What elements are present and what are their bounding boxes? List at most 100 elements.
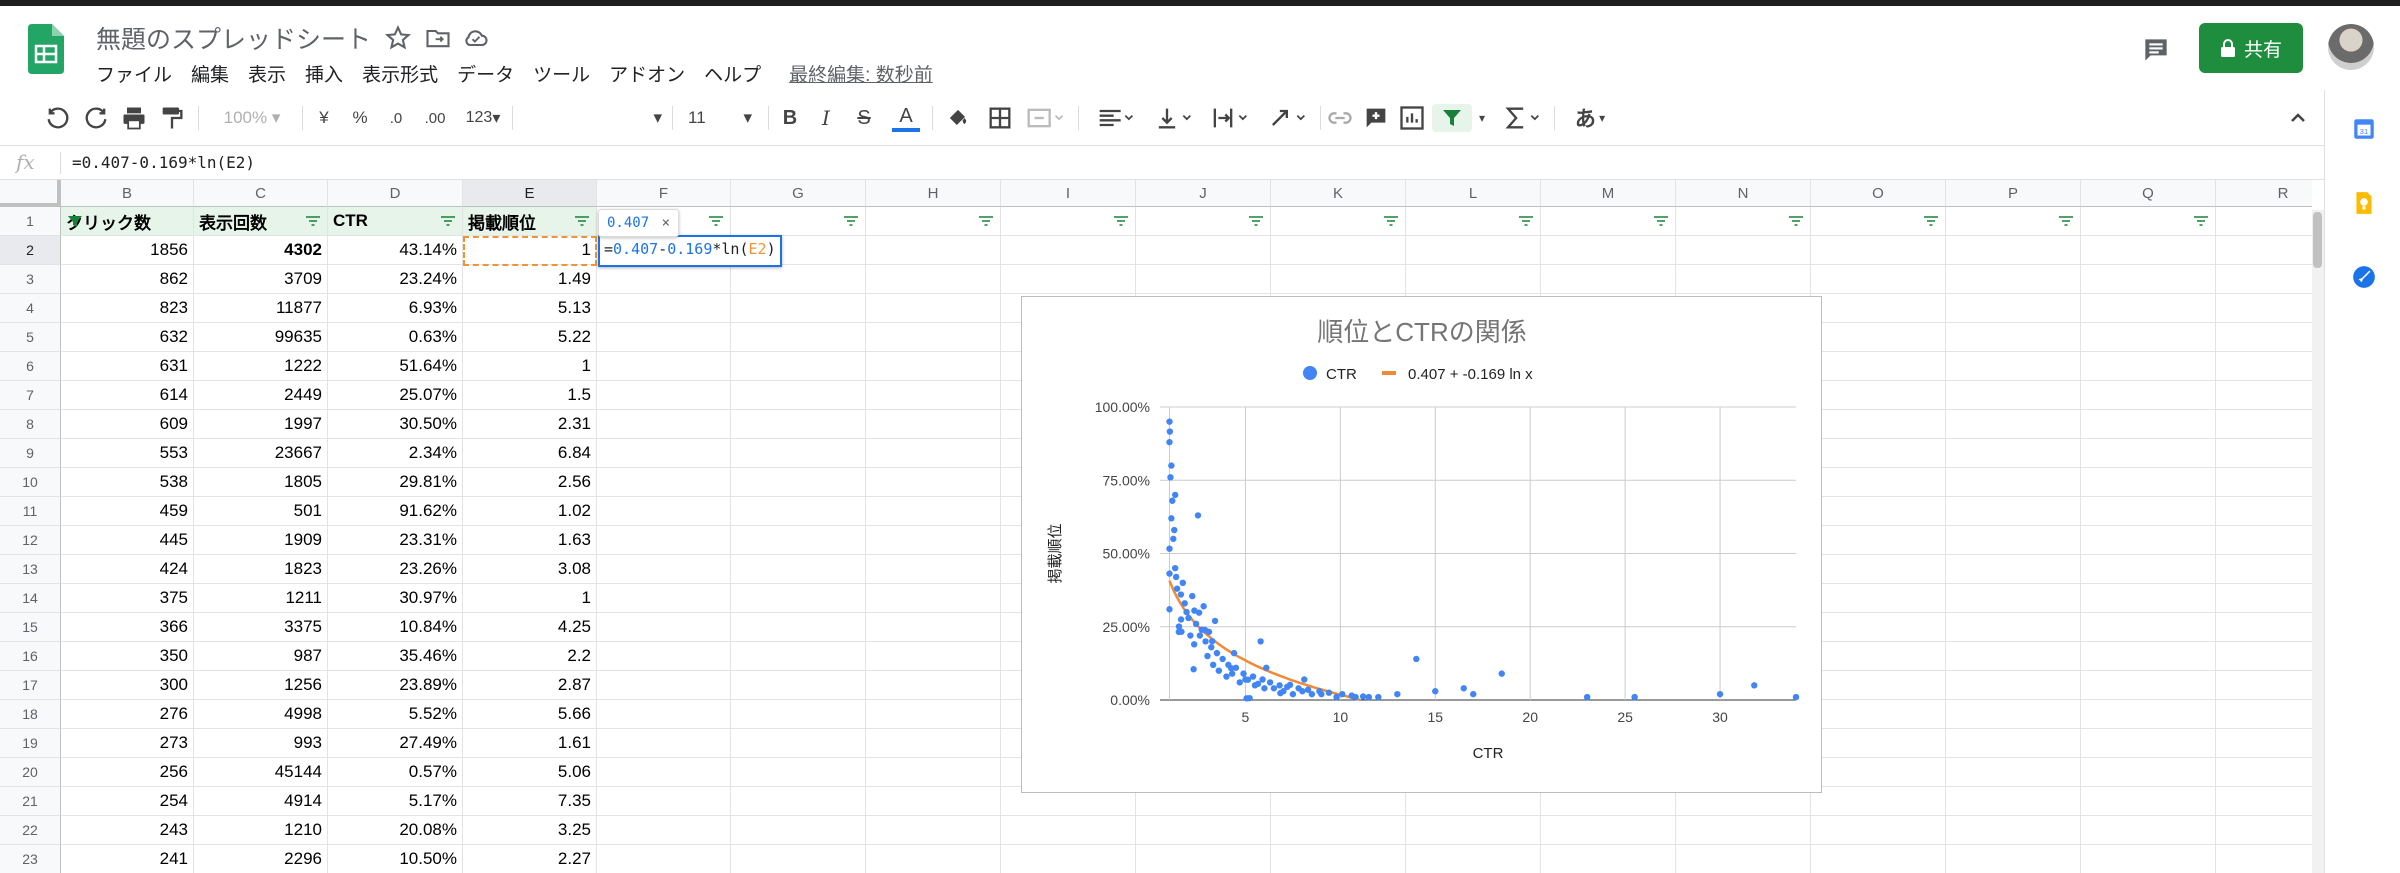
cell[interactable] (1541, 845, 1676, 873)
insert-comment-icon[interactable] (1362, 104, 1390, 132)
last-edit-link[interactable]: 最終編集: 数秒前 (789, 60, 933, 87)
cell[interactable] (597, 671, 731, 700)
filter-icon[interactable] (1383, 216, 1399, 227)
table-cell[interactable]: 51.64% (328, 352, 463, 381)
cell[interactable] (1676, 265, 1811, 294)
cell[interactable] (1271, 265, 1406, 294)
table-cell[interactable]: 553 (61, 439, 194, 468)
table-cell[interactable]: 23.26% (328, 555, 463, 584)
table-cell[interactable]: 862 (61, 265, 194, 294)
cell[interactable] (1946, 845, 2081, 873)
table-cell[interactable]: 4914 (194, 787, 328, 816)
cell[interactable] (2216, 700, 2312, 729)
table-cell[interactable]: 91.62% (328, 497, 463, 526)
functions-icon[interactable] (1500, 104, 1544, 132)
table-cell[interactable]: 2296 (194, 845, 328, 873)
cell[interactable] (1811, 845, 1946, 873)
table-cell[interactable]: 3375 (194, 613, 328, 642)
cell[interactable] (1406, 207, 1541, 236)
column-header-q[interactable]: Q (2081, 180, 2216, 207)
table-cell[interactable]: 366 (61, 613, 194, 642)
cell[interactable] (866, 381, 1001, 410)
cell[interactable] (597, 468, 731, 497)
table-cell[interactable]: 276 (61, 700, 194, 729)
cell[interactable] (1946, 526, 2081, 555)
cell[interactable] (597, 323, 731, 352)
table-cell[interactable]: 10.50% (328, 845, 463, 873)
row-header-8[interactable]: 8 (0, 410, 61, 439)
row-header-14[interactable]: 14 (0, 584, 61, 613)
filter-icon[interactable] (440, 216, 456, 227)
font-family-select[interactable]: ▾ (522, 104, 662, 132)
cell[interactable] (2216, 323, 2312, 352)
cell[interactable] (2081, 468, 2216, 497)
cell[interactable] (2216, 671, 2312, 700)
column-header-f[interactable]: F (597, 180, 731, 207)
table-cell[interactable]: 1856 (61, 236, 194, 265)
cell[interactable] (1946, 555, 2081, 584)
cell[interactable] (731, 787, 866, 816)
decrease-decimal-button[interactable]: .0 (382, 104, 410, 132)
filter-icon[interactable] (2058, 216, 2074, 227)
calendar-icon[interactable]: 31 (2351, 116, 2377, 142)
table-cell[interactable]: 23.89% (328, 671, 463, 700)
table-cell[interactable]: 27.49% (328, 729, 463, 758)
cell[interactable] (1946, 236, 2081, 265)
menu-tools[interactable]: ツール (533, 60, 590, 87)
table-cell[interactable]: 350 (61, 642, 194, 671)
cell[interactable] (2081, 352, 2216, 381)
cell[interactable] (731, 845, 866, 873)
cell[interactable] (1811, 700, 1946, 729)
cell[interactable] (866, 613, 1001, 642)
table-cell[interactable]: 5.17% (328, 787, 463, 816)
column-header-k[interactable]: K (1271, 180, 1406, 207)
cell[interactable] (597, 845, 731, 873)
column-header-l[interactable]: L (1406, 180, 1541, 207)
cell[interactable] (731, 294, 866, 323)
menu-insert[interactable]: 挿入 (305, 60, 343, 87)
cell[interactable] (1541, 816, 1676, 845)
table-cell[interactable]: 1.5 (463, 381, 597, 410)
table-cell[interactable]: 2.87 (463, 671, 597, 700)
cell[interactable] (1811, 439, 1946, 468)
cell[interactable] (1136, 265, 1271, 294)
cell[interactable] (2216, 526, 2312, 555)
cell[interactable] (2216, 787, 2312, 816)
cell[interactable] (1001, 207, 1136, 236)
cell[interactable] (2081, 613, 2216, 642)
cell[interactable] (866, 787, 1001, 816)
table-cell[interactable]: 1997 (194, 410, 328, 439)
cell[interactable] (866, 816, 1001, 845)
cell[interactable] (1676, 236, 1811, 265)
table-cell[interactable]: 10.84% (328, 613, 463, 642)
comment-history-icon[interactable] (2140, 34, 2172, 66)
cell[interactable] (2081, 294, 2216, 323)
cell[interactable] (1946, 352, 2081, 381)
select-all-corner[interactable] (0, 180, 61, 207)
table-cell[interactable]: 7.35 (463, 787, 597, 816)
table-cell[interactable]: 25.07% (328, 381, 463, 410)
active-cell-editor[interactable]: =0.407-0.169*ln(E2) (598, 235, 782, 267)
vertical-scrollbar[interactable] (2312, 210, 2324, 873)
cell[interactable] (2081, 584, 2216, 613)
cell[interactable] (731, 207, 866, 236)
cell[interactable] (731, 410, 866, 439)
format-currency-button[interactable]: ¥ (312, 104, 336, 132)
cell[interactable] (1541, 207, 1676, 236)
cell[interactable] (597, 294, 731, 323)
cell[interactable] (866, 700, 1001, 729)
filter-icon[interactable] (305, 216, 321, 227)
cell[interactable] (1811, 642, 1946, 671)
row-header-4[interactable]: 4 (0, 294, 61, 323)
cell[interactable] (2081, 439, 2216, 468)
table-cell[interactable]: 1.49 (463, 265, 597, 294)
cell[interactable] (1136, 845, 1271, 873)
cell[interactable] (1271, 845, 1406, 873)
cell[interactable] (866, 265, 1001, 294)
table-cell[interactable]: 6.84 (463, 439, 597, 468)
format-percent-button[interactable]: % (348, 104, 372, 132)
cell[interactable] (1946, 671, 2081, 700)
table-cell[interactable]: 43.14% (328, 236, 463, 265)
filter-icon[interactable] (708, 216, 724, 227)
cell[interactable] (2216, 497, 2312, 526)
